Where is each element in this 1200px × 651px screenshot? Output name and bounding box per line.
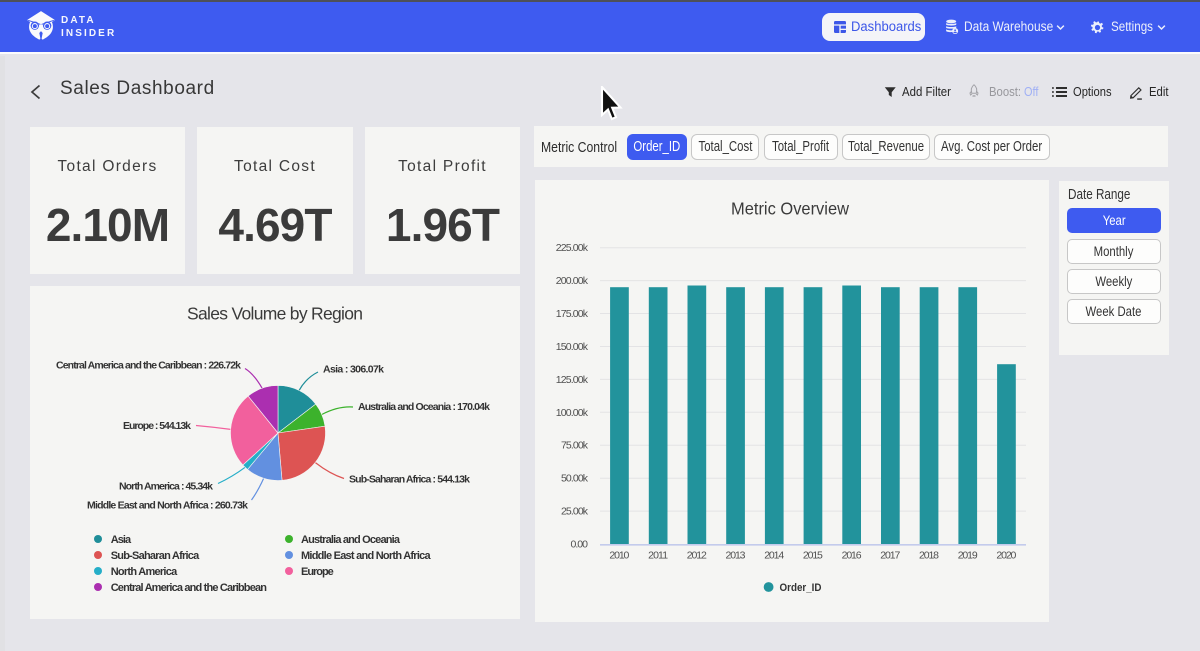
svg-text:2017: 2017 [880, 550, 900, 562]
svg-text:2020: 2020 [996, 550, 1016, 562]
svg-text:2014: 2014 [764, 550, 784, 562]
svg-text:2012: 2012 [687, 550, 707, 562]
svg-text:150.00k: 150.00k [556, 341, 589, 353]
svg-text:50.00k: 50.00k [561, 473, 589, 485]
svg-text:Europe : 544.13k: Europe : 544.13k [123, 420, 191, 432]
svg-text:0.00: 0.00 [571, 539, 589, 551]
svg-text:2018: 2018 [919, 550, 939, 562]
svg-text:North America: North America [111, 566, 178, 578]
svg-text:2019: 2019 [958, 550, 978, 562]
svg-text:Sub-Saharan Africa: Sub-Saharan Africa [111, 550, 200, 562]
svg-text:25.00k: 25.00k [561, 506, 589, 518]
svg-text:100.00k: 100.00k [556, 407, 589, 419]
svg-text:175.00k: 175.00k [556, 308, 589, 320]
svg-text:Sub-Saharan Africa : 544.13k: Sub-Saharan Africa : 544.13k [349, 473, 470, 485]
svg-text:2016: 2016 [842, 550, 862, 562]
svg-text:2013: 2013 [726, 550, 746, 562]
svg-text:Australia and Oceania: Australia and Oceania [301, 534, 401, 546]
svg-text:200.00k: 200.00k [556, 275, 589, 287]
svg-text:2015: 2015 [803, 550, 823, 562]
svg-text:Middle East and North Africa :: Middle East and North Africa : 260.73k [87, 500, 248, 512]
svg-text:Metric Overview: Metric Overview [731, 199, 849, 219]
svg-text:Europe: Europe [301, 566, 334, 578]
svg-text:Central America and the Caribb: Central America and the Caribbean : 226.… [56, 360, 241, 372]
svg-text:Asia: Asia [111, 534, 132, 546]
svg-text:225.00k: 225.00k [556, 242, 589, 254]
svg-text:125.00k: 125.00k [556, 374, 589, 386]
svg-text:2011: 2011 [648, 550, 668, 562]
svg-text:Asia : 306.07k: Asia : 306.07k [323, 364, 384, 376]
svg-text:2010: 2010 [609, 550, 629, 562]
svg-text:Central America and the Caribb: Central America and the Caribbean [111, 582, 268, 594]
svg-text:Sales Volume by Region: Sales Volume by Region [187, 304, 363, 324]
svg-text:North America : 45.34k: North America : 45.34k [119, 480, 213, 492]
svg-text:75.00k: 75.00k [561, 440, 589, 452]
svg-text:Middle East and North Africa: Middle East and North Africa [301, 550, 431, 562]
svg-text:Australia and Oceania : 170.04: Australia and Oceania : 170.04k [358, 401, 490, 413]
svg-text:Order_ID: Order_ID [780, 582, 822, 594]
